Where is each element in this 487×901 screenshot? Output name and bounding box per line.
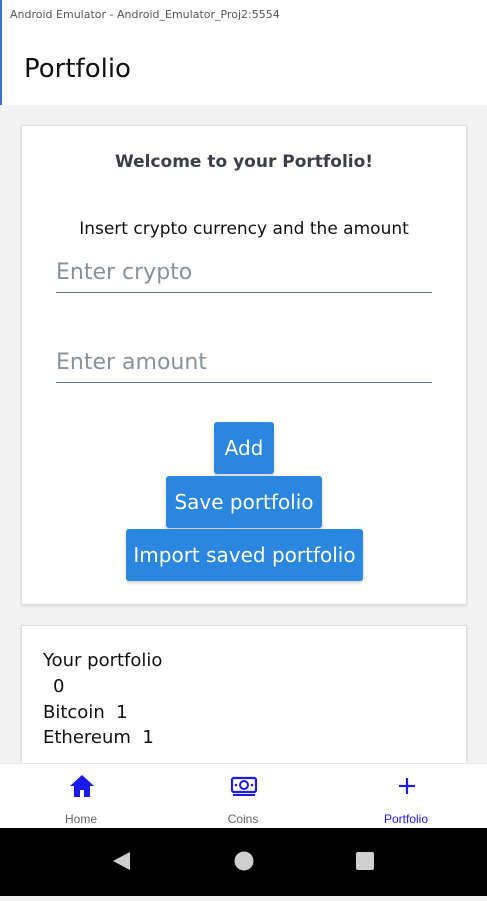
nav-label-coins: Coins xyxy=(227,812,259,826)
app-bar: Portfolio xyxy=(0,30,487,105)
portfolio-title: Your portfolio xyxy=(43,650,163,671)
page-title: Portfolio xyxy=(24,54,131,84)
android-system-navigation-bar xyxy=(0,828,487,896)
add-button[interactable]: Add xyxy=(214,422,274,474)
save-portfolio-button[interactable]: Save portfolio xyxy=(166,476,322,528)
nav-label-home: Home xyxy=(64,812,97,826)
home-button-icon[interactable] xyxy=(234,851,254,871)
back-icon[interactable] xyxy=(113,852,130,870)
portfolio-total: 0 xyxy=(53,676,65,697)
main-content: Welcome to your Portfolio! Insert crypto… xyxy=(0,105,487,775)
nav-label-portfolio: Portfolio xyxy=(383,812,429,826)
home-icon xyxy=(70,775,94,797)
bottom-navigation: Home Coins Portfolio xyxy=(0,763,487,829)
crypto-input[interactable] xyxy=(56,252,432,293)
import-saved-portfolio-button[interactable]: Import saved portfolio xyxy=(126,529,363,581)
instruction-text: Insert crypto currency and the amount xyxy=(79,219,409,239)
system-nav-buttons xyxy=(113,851,374,871)
add-crypto-card: Welcome to your Portfolio! Insert crypto… xyxy=(21,125,467,605)
plus-icon xyxy=(399,778,415,794)
portfolio-item: Ethereum 1 xyxy=(43,727,154,748)
portfolio-card: Your portfolio 0 Bitcoin 1 Ethereum 1 xyxy=(21,625,467,775)
coins-icon xyxy=(230,776,258,796)
recents-icon[interactable] xyxy=(356,852,374,870)
window-title: Android Emulator - Android_Emulator_Proj… xyxy=(10,8,280,21)
nav-item-portfolio[interactable]: Portfolio xyxy=(325,764,487,829)
amount-input[interactable] xyxy=(56,342,432,383)
nav-item-home[interactable]: Home xyxy=(0,764,162,829)
nav-item-coins[interactable]: Coins xyxy=(162,764,324,829)
welcome-heading: Welcome to your Portfolio! xyxy=(114,152,374,172)
portfolio-item: Bitcoin 1 xyxy=(43,702,128,723)
emulator-window-titlebar: Android Emulator - Android_Emulator_Proj… xyxy=(0,0,487,30)
